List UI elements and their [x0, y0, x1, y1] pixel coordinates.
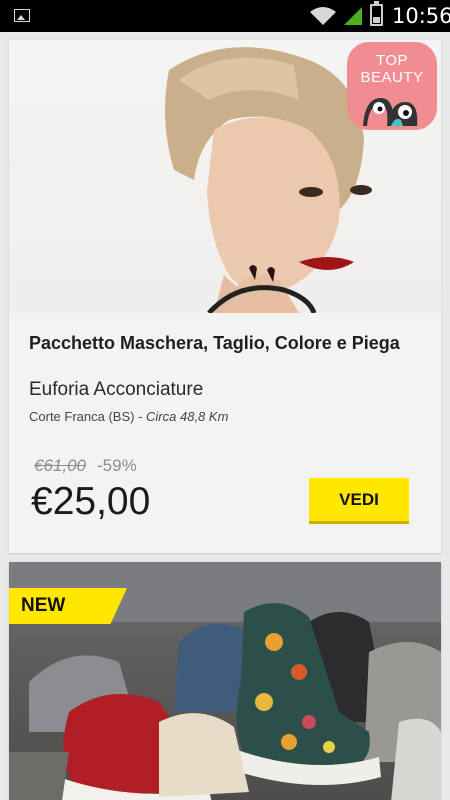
- new-badge: NEW: [9, 588, 127, 624]
- top-beauty-badge: TOP BEAUTY: [347, 42, 437, 130]
- distance-text: Circa 48,8 Km: [146, 409, 229, 424]
- wifi-icon: [310, 7, 336, 25]
- original-price: €61,00: [34, 456, 86, 475]
- deal-title[interactable]: Pacchetto Maschera, Taglio, Colore e Pie…: [29, 332, 429, 355]
- deal-price: €25,00: [31, 480, 151, 523]
- battery-icon: [370, 1, 383, 26]
- view-deal-button[interactable]: VEDI: [309, 478, 409, 524]
- clock: 10:56: [392, 4, 450, 28]
- status-bar: 10:56: [0, 0, 450, 32]
- discount-percent: -59%: [97, 456, 137, 475]
- location-text: Corte Franca (BS) -: [29, 409, 147, 424]
- deal-card[interactable]: TOP BEAUTY Pacchetto Maschera, Taglio, C…: [9, 40, 441, 553]
- deal-image[interactable]: NEW: [9, 562, 441, 800]
- gallery-icon: [14, 9, 30, 22]
- deal-card[interactable]: NEW: [9, 562, 441, 800]
- signal-icon: [344, 7, 362, 25]
- deal-image[interactable]: TOP BEAUTY: [9, 40, 441, 315]
- merchant-name: Euforia Acconciature: [29, 379, 204, 400]
- mascot-icon: [363, 98, 418, 126]
- deal-location: Corte Franca (BS) - Circa 48,8 Km: [29, 409, 228, 424]
